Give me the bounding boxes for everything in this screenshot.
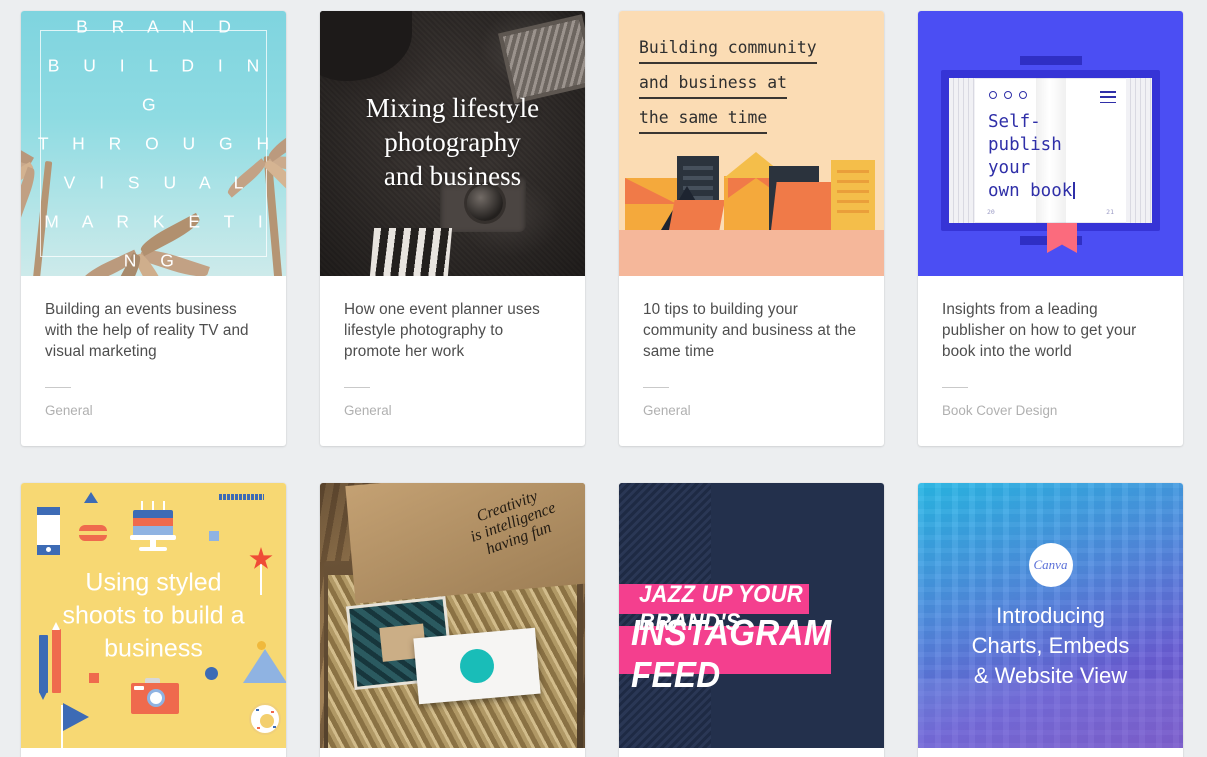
document-yellow-icon bbox=[831, 160, 875, 230]
article-card[interactable]: Building community and business at the s… bbox=[619, 11, 884, 446]
book-pages: Self- publish your own book 20 21 bbox=[949, 78, 1152, 223]
card-title[interactable]: Insights from a leading publisher on how… bbox=[942, 299, 1159, 362]
card-title[interactable]: Building an events business with the hel… bbox=[45, 299, 262, 362]
card-thumbnail-brand-building[interactable]: B R A N D B U I L D I N G T H R O U G H … bbox=[21, 11, 286, 276]
thumbnail-headline: Using styled shoots to build a business bbox=[62, 568, 245, 662]
hamburger-menu-icon bbox=[1100, 91, 1116, 107]
triangle-icon bbox=[84, 492, 98, 503]
card-title[interactable]: How one event planner uses lifestyle pho… bbox=[344, 299, 561, 362]
thumbnail-headline: Building community and business at the s… bbox=[639, 37, 872, 142]
text-cursor-icon bbox=[1073, 182, 1075, 199]
article-card[interactable]: Mixing lifestyle photography and busines… bbox=[320, 11, 585, 446]
card-body bbox=[21, 748, 286, 757]
canva-logo-icon bbox=[458, 647, 496, 685]
three-circles-icon bbox=[989, 91, 1027, 99]
card-title[interactable]: 10 tips to building your community and b… bbox=[643, 299, 860, 362]
bookmark-ribbon-icon bbox=[1047, 223, 1077, 253]
phone-icon bbox=[37, 507, 60, 555]
open-book-illustration: Self- publish your own book 20 21 bbox=[941, 56, 1160, 245]
circle-icon bbox=[205, 667, 218, 680]
thumbnail-headline: Mixing lifestyle photography and busines… bbox=[365, 92, 540, 191]
article-card[interactable]: Using styled shoots to build a business bbox=[21, 483, 286, 757]
ruler-icon bbox=[218, 494, 264, 500]
card-divider bbox=[344, 387, 370, 388]
article-card[interactable]: Creativity is intelligence having fun bbox=[320, 483, 585, 757]
card-category[interactable]: Book Cover Design bbox=[942, 402, 1159, 420]
macaron-icon bbox=[79, 525, 107, 541]
card-divider bbox=[45, 387, 71, 388]
card-thumbnail-self-publish[interactable]: Self- publish your own book 20 21 bbox=[918, 11, 1183, 276]
card-divider bbox=[643, 387, 669, 388]
book-cover: Self- publish your own book 20 21 bbox=[941, 70, 1160, 231]
card-thumbnail-canva-charts[interactable]: Canva Introducing Charts, Embeds & Websi… bbox=[918, 483, 1183, 748]
page-edges-left bbox=[949, 78, 975, 223]
card-category[interactable]: General bbox=[344, 402, 561, 420]
donut-icon bbox=[249, 703, 281, 735]
striped-object bbox=[369, 228, 453, 276]
thumbnail-headline: Introducing Charts, Embeds & Website Vie… bbox=[971, 603, 1130, 688]
thumbnail-headline: B R A N D B U I L D I N G T H R O U G H … bbox=[37, 16, 279, 270]
card-thumbnail-instagram-feed[interactable]: JAZZ UP YOUR BRAND'S INSTAGRAM FEED bbox=[619, 483, 884, 748]
flag-icon bbox=[61, 703, 89, 748]
square-icon bbox=[209, 531, 219, 541]
article-card[interactable]: JAZZ UP YOUR BRAND'S INSTAGRAM FEED bbox=[619, 483, 884, 757]
card-body bbox=[619, 748, 884, 757]
card-thumbnail-styled-shoots[interactable]: Using styled shoots to build a business bbox=[21, 483, 286, 748]
cake-icon bbox=[130, 501, 176, 553]
white-product-box bbox=[413, 627, 541, 705]
book-spine-top bbox=[1020, 56, 1082, 65]
card-category[interactable]: General bbox=[45, 402, 262, 420]
square-icon-2 bbox=[89, 673, 99, 683]
book-text: Self- publish your own book bbox=[988, 111, 1075, 203]
card-thumbnail-creativity-box[interactable]: Creativity is intelligence having fun bbox=[320, 483, 585, 748]
card-body: How one event planner uses lifestyle pho… bbox=[320, 276, 585, 446]
envelope-illustration bbox=[619, 146, 884, 276]
card-body bbox=[918, 748, 1183, 757]
article-card[interactable]: Canva Introducing Charts, Embeds & Websi… bbox=[918, 483, 1183, 757]
card-thumbnail-lifestyle-photography[interactable]: Mixing lifestyle photography and busines… bbox=[320, 11, 585, 276]
card-body: 10 tips to building your community and b… bbox=[619, 276, 884, 446]
canva-logo-badge: Canva bbox=[1028, 543, 1073, 587]
camera-icon bbox=[131, 678, 179, 714]
article-card[interactable]: B R A N D B U I L D I N G T H R O U G H … bbox=[21, 11, 286, 446]
letter-orange-icon bbox=[669, 200, 725, 230]
page-number-left: 20 bbox=[987, 208, 995, 216]
card-body: Insights from a leading publisher on how… bbox=[918, 276, 1183, 446]
card-thumbnail-building-community[interactable]: Building community and business at the s… bbox=[619, 11, 884, 276]
card-divider bbox=[942, 387, 968, 388]
card-body: Building an events business with the hel… bbox=[21, 276, 286, 446]
page-number-right: 21 bbox=[1106, 208, 1114, 216]
card-body bbox=[320, 748, 585, 757]
page-edges-right bbox=[1126, 78, 1152, 223]
article-card-grid: B R A N D B U I L D I N G T H R O U G H … bbox=[0, 0, 1207, 757]
card-category[interactable]: General bbox=[643, 402, 860, 420]
article-card[interactable]: Self- publish your own book 20 21 Insigh… bbox=[918, 11, 1183, 446]
thumbnail-headline-line-2: INSTAGRAM FEED bbox=[631, 612, 832, 695]
